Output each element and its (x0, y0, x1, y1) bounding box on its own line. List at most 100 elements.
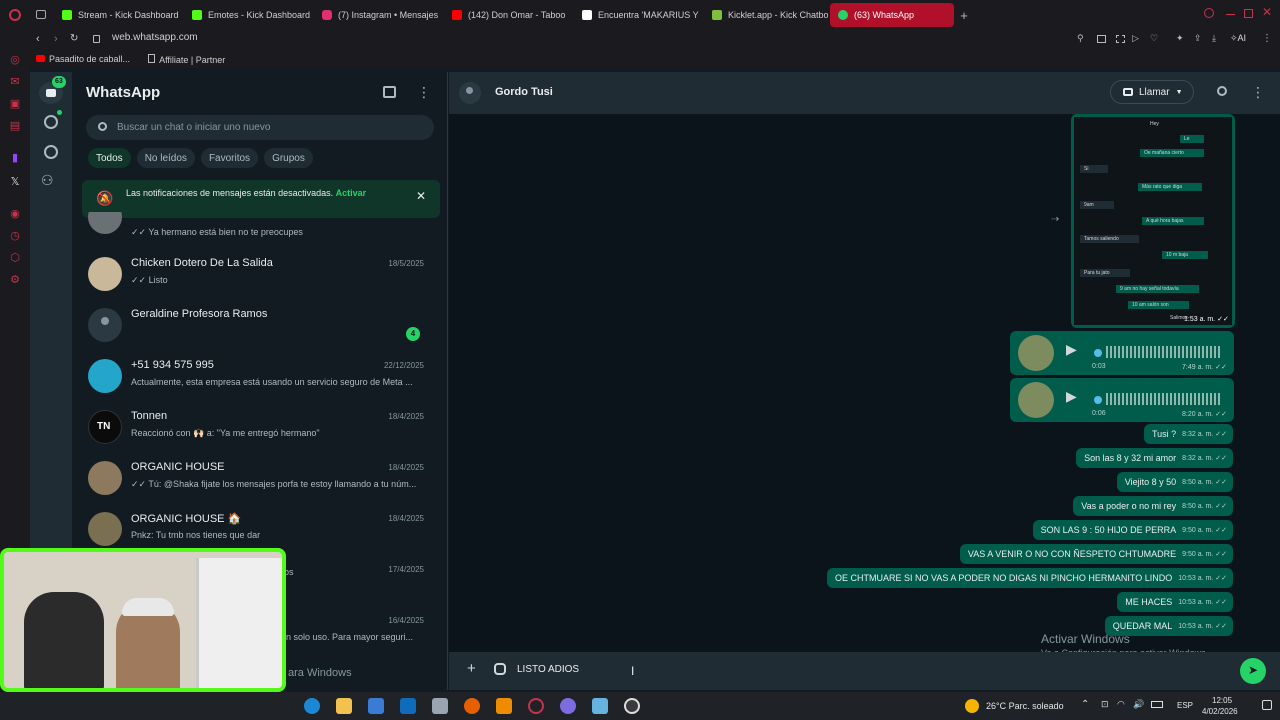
edge-icon[interactable] (304, 698, 320, 714)
player-sidebar-icon[interactable]: ◉ (9, 208, 21, 220)
filter-favoritos[interactable]: Favoritos (200, 148, 259, 168)
message-bubble[interactable]: Vas a poder o no mi rey 8:50 a. m. ✓✓ (1073, 496, 1233, 516)
close-window-icon[interactable]: ✕ (1262, 5, 1272, 19)
tab-youtube[interactable]: (142) Don Omar - Taboo (444, 3, 572, 27)
download-icon[interactable]: ⤓ (1212, 33, 1216, 44)
volume-icon[interactable]: 🔊 (1133, 699, 1144, 710)
ai-button[interactable]: ✧AI (1230, 33, 1246, 44)
filter-todos[interactable]: Todos (88, 148, 131, 168)
pin-icon[interactable]: ⚲ (1077, 33, 1084, 44)
weather-icon[interactable] (965, 699, 979, 713)
channels-icon[interactable] (44, 145, 58, 159)
search-input[interactable]: Buscar un chat o iniciar uno nuevo (117, 122, 270, 133)
twitch-icon[interactable]: ▮ (9, 152, 21, 164)
chat-row[interactable]: ORGANIC HOUSE 18/4/2025 ✓✓ Tú: @Shaka fi… (72, 453, 440, 504)
chat-row[interactable]: +51 934 575 995 22/12/2025 Actualmente, … (72, 351, 440, 402)
communities-icon[interactable]: ⚇ (41, 172, 54, 189)
tab-whatsapp[interactable]: (63) WhatsApp (830, 3, 954, 27)
message-bubble[interactable]: Tusi ? 8:32 a. m. ✓✓ (1143, 424, 1233, 444)
opera-logo-icon[interactable] (9, 9, 21, 21)
chat-row[interactable]: Chicken Dotero De La Salida 18/5/2025 ✓✓… (72, 249, 440, 300)
vlc-icon[interactable] (496, 698, 512, 714)
search-tabs-icon[interactable] (1204, 8, 1214, 18)
audio-progress-dot[interactable] (1094, 396, 1102, 404)
tab-kick-stream[interactable]: Stream - Kick Dashboard (54, 3, 182, 27)
play-icon[interactable]: ▶ (1066, 341, 1077, 358)
search-bar[interactable]: Buscar un chat o iniciar uno nuevo (86, 115, 434, 140)
crop-icon[interactable] (1116, 35, 1125, 43)
contact-avatar[interactable] (459, 82, 481, 104)
send-button[interactable]: ➤ (1240, 658, 1266, 684)
wifi-icon[interactable]: ◠ (1117, 699, 1125, 710)
menu-icon[interactable]: ⋮ (1251, 84, 1265, 101)
search-icon[interactable] (1217, 86, 1227, 96)
audio-progress-dot[interactable] (1094, 349, 1102, 357)
sticker-icon[interactable] (494, 663, 506, 675)
battery-icon[interactable] (1151, 701, 1163, 708)
message-bubble[interactable]: Son las 8 y 32 mi amor 8:32 a. m. ✓✓ (1076, 448, 1233, 468)
tray-chevron-icon[interactable]: ⌃ (1081, 699, 1089, 710)
tab-instagram[interactable]: (7) Instagram • Mensajes (314, 3, 442, 27)
notification-icon[interactable] (1262, 700, 1272, 710)
message-input[interactable]: LISTO ADIOS (517, 664, 579, 675)
music-icon[interactable]: ▤ (9, 120, 21, 132)
bookmark-affiliate[interactable]: Affiliate | Partner (148, 53, 225, 65)
clock-date[interactable]: 4/02/2026 (1202, 707, 1238, 716)
audio-message[interactable]: ▶ 0:06 8:20 a. m. ✓✓ (1010, 378, 1234, 422)
new-tab-button[interactable]: + (956, 3, 972, 27)
minimize-icon[interactable] (1226, 14, 1235, 15)
opera-gx-icon[interactable] (528, 698, 544, 714)
firefox-icon[interactable] (464, 698, 480, 714)
forward-icon[interactable]: ⇢ (1051, 214, 1059, 225)
tab-kick-emotes[interactable]: Emotes - Kick Dashboard (184, 3, 312, 27)
file-explorer-icon[interactable] (336, 698, 352, 714)
bookmark-pasadito[interactable]: Pasadito de caball... (36, 54, 130, 64)
contact-name[interactable]: Gordo Tusi (495, 86, 553, 98)
tab-tiktok[interactable]: Encuentra 'MAKARIUS Y (574, 3, 702, 27)
message-bubble[interactable]: ME HACES 10:53 a. m. ✓✓ (1117, 592, 1233, 612)
workspaces-icon[interactable] (36, 10, 46, 19)
history-icon[interactable]: ◷ (9, 230, 21, 242)
play-icon[interactable]: ▶ (1066, 388, 1077, 405)
network-icon[interactable]: ⊡ (1101, 699, 1109, 710)
menu-icon[interactable]: ⋮ (1262, 33, 1272, 44)
chat-icon[interactable]: ▣ (9, 98, 21, 110)
filter-grupos[interactable]: Grupos (264, 148, 313, 168)
menu-icon[interactable]: ⋮ (417, 84, 431, 101)
store-icon[interactable] (368, 698, 384, 714)
share-icon[interactable]: ⇪ (1194, 33, 1202, 44)
weather-text[interactable]: 26°C Parc. soleado (986, 701, 1064, 711)
call-button[interactable]: Llamar ▼ (1110, 80, 1194, 104)
chats-nav-button[interactable]: 63 (39, 76, 66, 104)
obs-icon[interactable] (624, 698, 640, 714)
chat-row[interactable]: TN Tonnen 18/4/2025 Reaccionó con 🙌🏻 a: … (72, 402, 440, 453)
forward-icon[interactable]: › (54, 33, 58, 45)
message-bubble[interactable]: SON LAS 9 : 50 HIJO DE PERRA 9:50 a. m. ✓✓ (1032, 520, 1233, 540)
activate-link[interactable]: Activar (336, 188, 367, 198)
clock-time[interactable]: 12:05 (1212, 696, 1232, 705)
tab-kicklet[interactable]: Kicklet.app - Kick Chatbo (704, 3, 828, 27)
reload-icon[interactable]: ↻ (70, 33, 78, 44)
messenger-icon[interactable]: ✉ (9, 76, 21, 88)
player-icon[interactable]: ▷ (1132, 33, 1139, 44)
url-field[interactable]: web.whatsapp.com (112, 32, 198, 43)
notes-icon[interactable] (592, 698, 608, 714)
outlook-icon[interactable] (400, 698, 416, 714)
back-icon[interactable]: ‹ (36, 33, 40, 45)
attach-icon[interactable]: + (467, 660, 476, 677)
discord-icon[interactable] (560, 698, 576, 714)
extensions-icon[interactable]: ✦ (1176, 33, 1184, 44)
new-chat-icon[interactable] (383, 86, 396, 98)
audio-message[interactable]: ▶ 0:03 7:49 a. m. ✓✓ (1010, 331, 1234, 375)
message-bubble[interactable]: VAS A VENIR O NO CON ÑESPETO CHTUMADRE 9:… (959, 544, 1233, 564)
close-icon[interactable]: ✕ (416, 189, 426, 203)
message-bubble[interactable]: OE CHTMUARE SI NO VAS A PODER NO DIGAS N… (827, 568, 1233, 588)
image-message[interactable]: Hey Le Oe mañana cierto Si Más rato que … (1071, 114, 1235, 328)
message-bubble[interactable]: Viejito 8 y 50 8:50 a. m. ✓✓ (1116, 472, 1233, 492)
snapshot-icon[interactable] (1097, 35, 1106, 43)
chat-row[interactable]: ✓✓ Ya hermano está bien no te preocupes (72, 212, 440, 246)
app-icon[interactable] (432, 698, 448, 714)
language-indicator[interactable]: ESP (1177, 701, 1193, 710)
settings-icon[interactable]: ⚙ (9, 274, 21, 286)
chat-row[interactable]: Geraldine Profesora Ramos 4 (72, 300, 440, 351)
